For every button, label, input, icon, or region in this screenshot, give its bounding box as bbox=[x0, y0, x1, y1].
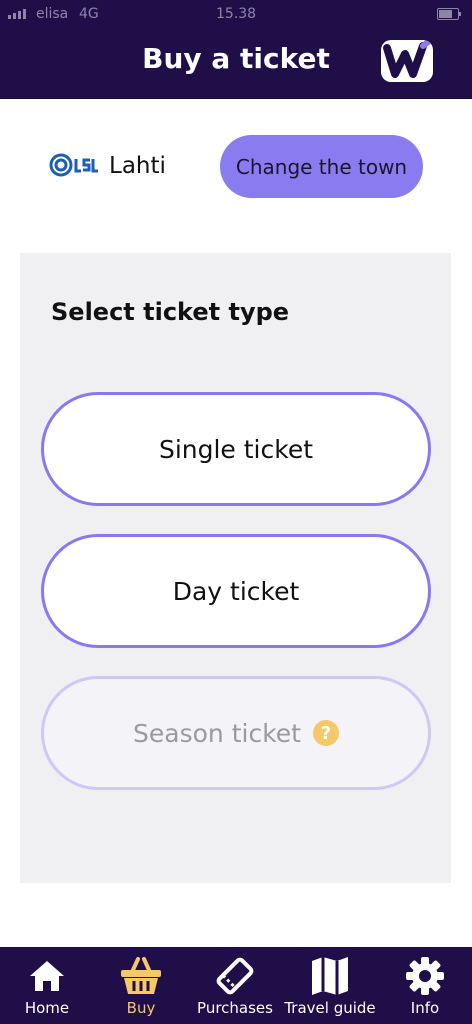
status-bar: elisa 4G 15.38 bbox=[0, 0, 472, 30]
header-bar: elisa 4G 15.38 Buy a ticket bbox=[0, 0, 472, 99]
tab-home[interactable]: Home bbox=[0, 947, 94, 1024]
tab-purchases[interactable]: Purchases bbox=[188, 947, 282, 1024]
help-icon[interactable]: ? bbox=[312, 720, 339, 746]
tab-purchases-label: Purchases bbox=[197, 999, 273, 1017]
season-ticket-label: Season ticket bbox=[133, 718, 301, 748]
network-type: 4G bbox=[79, 6, 99, 22]
change-town-button[interactable]: Change the town bbox=[220, 135, 423, 198]
lsl-logo-icon bbox=[49, 152, 101, 182]
tab-info[interactable]: Info bbox=[378, 947, 472, 1024]
day-ticket-button[interactable]: Day ticket bbox=[41, 534, 431, 648]
tab-travel-guide-label: Travel guide bbox=[284, 999, 376, 1017]
tab-home-label: Home bbox=[24, 999, 70, 1017]
map-icon bbox=[310, 955, 350, 997]
w-logo-icon bbox=[381, 40, 433, 82]
select-ticket-heading: Select ticket type bbox=[51, 298, 290, 326]
tab-buy-label: Buy bbox=[126, 999, 156, 1017]
carrier-name: elisa bbox=[36, 6, 69, 22]
tab-info-label: Info bbox=[410, 999, 440, 1017]
battery-icon bbox=[437, 8, 461, 20]
tab-buy[interactable]: Buy bbox=[94, 947, 188, 1024]
basket-icon bbox=[119, 955, 163, 997]
signal-icon bbox=[8, 9, 26, 19]
gear-icon bbox=[405, 955, 445, 997]
tab-travel-guide[interactable]: Travel guide bbox=[282, 947, 378, 1024]
single-ticket-label: Single ticket bbox=[158, 434, 314, 464]
season-ticket-button: Season ticket ? bbox=[41, 676, 431, 790]
status-time: 15.38 bbox=[216, 6, 257, 22]
ticket-icon bbox=[215, 955, 255, 997]
day-ticket-label: Day ticket bbox=[172, 576, 300, 606]
town-name: Lahti bbox=[109, 153, 166, 179]
bottom-tab-bar: Home Buy Purchases Travel guide Info bbox=[0, 947, 472, 1024]
single-ticket-button[interactable]: Single ticket bbox=[41, 392, 431, 506]
home-icon bbox=[28, 955, 66, 997]
